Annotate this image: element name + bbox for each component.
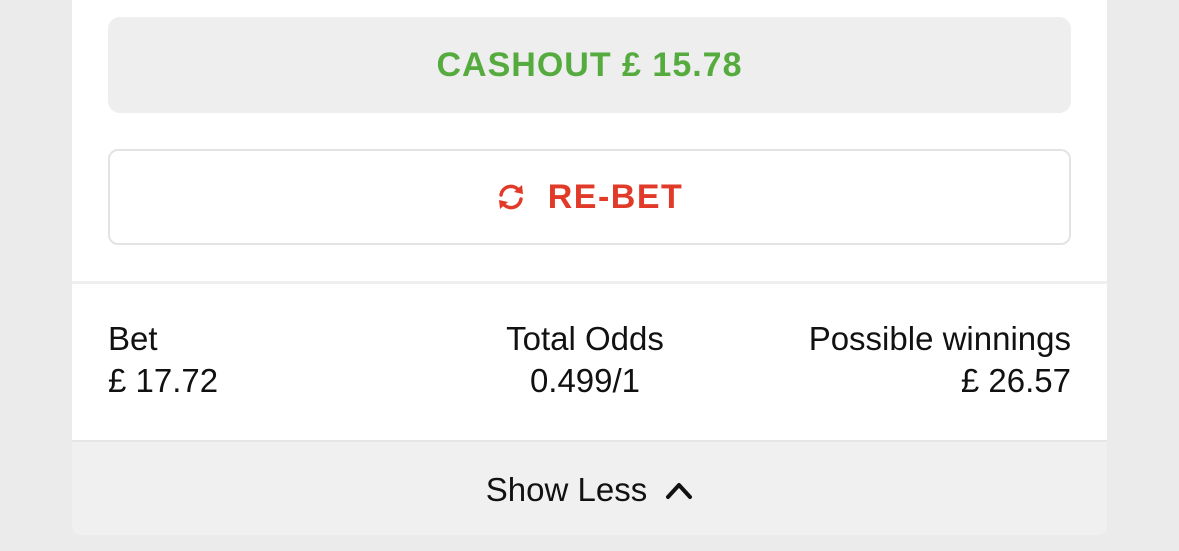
refresh-icon — [496, 182, 526, 212]
chevron-up-icon — [665, 480, 693, 500]
rebet-button[interactable]: RE-BET — [108, 149, 1071, 245]
rebet-label: RE-BET — [547, 177, 684, 216]
possible-winnings-label: Possible winnings — [808, 320, 1071, 357]
bet-card: CASHOUT £ 15.78 RE-BET Bet £ 17.72 Total… — [72, 0, 1107, 535]
show-less-label: Show Less — [485, 470, 648, 508]
possible-winnings-value: £ 26.57 — [960, 362, 1071, 399]
bet-summary: Bet £ 17.72 Total Odds 0.499/1 Possible … — [108, 318, 1071, 408]
possible-winnings-column: Possible winnings £ 26.57 — [809, 318, 1071, 402]
total-odds-value: 0.499/1 — [529, 362, 641, 399]
cashout-button[interactable]: CASHOUT £ 15.78 — [108, 17, 1071, 113]
divider — [72, 281, 1107, 284]
cashout-label: CASHOUT £ 15.78 — [436, 45, 743, 84]
total-odds-label: Total Odds — [506, 320, 664, 357]
show-less-toggle[interactable]: Show Less — [72, 440, 1107, 535]
